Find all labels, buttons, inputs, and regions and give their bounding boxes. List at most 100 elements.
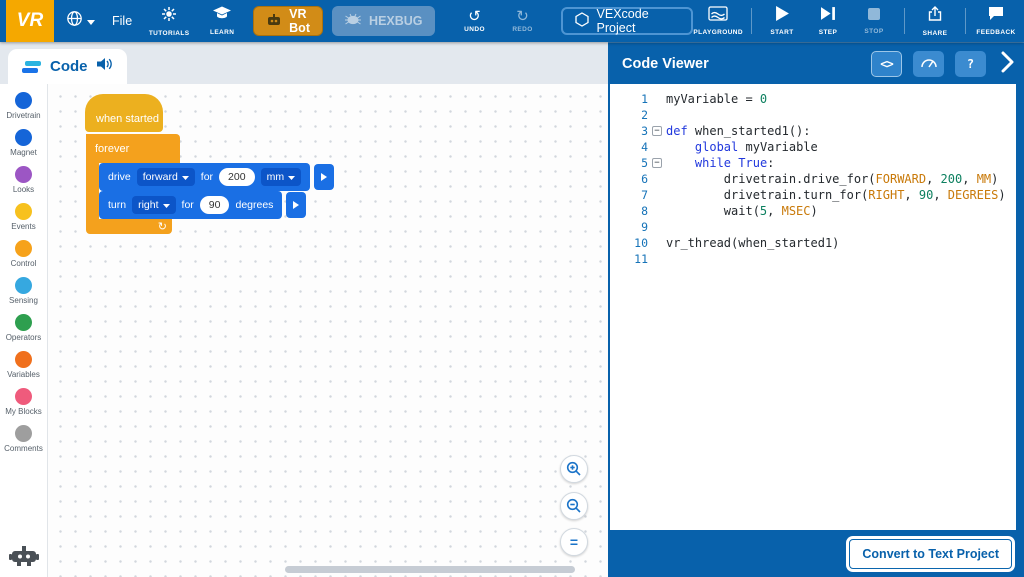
code-viewer-header: Code Viewer <> ? — [608, 42, 1024, 84]
sidebar-item-operators[interactable]: Operators — [4, 314, 43, 342]
share-label: SHARE — [923, 30, 948, 37]
line-number: 7 — [620, 188, 648, 202]
hexbug-label: HEXBUG — [369, 14, 422, 28]
code-line: 1myVariable = 0 — [620, 91, 1016, 107]
block-workspace[interactable]: when started forever ↻ drive — [48, 84, 608, 577]
sidebar-item-my-blocks[interactable]: My Blocks — [4, 388, 43, 416]
code-tab-label: Code — [50, 58, 88, 75]
playground-icon — [708, 6, 728, 26]
undo-button[interactable]: ↺ UNDO — [453, 1, 497, 41]
category-label: Sensing — [9, 296, 38, 305]
stop-label: STOP — [864, 28, 883, 35]
step-button[interactable]: STEP — [806, 1, 850, 41]
zoom-out-button[interactable] — [560, 492, 588, 520]
play-icon — [776, 6, 789, 26]
category-label: Variables — [7, 370, 40, 379]
drive-expand-button[interactable] — [314, 164, 334, 190]
chevron-down-icon — [288, 171, 295, 183]
code-viewer-actions: <> ? — [871, 51, 1014, 77]
sidebar-item-comments[interactable]: Comments — [4, 425, 43, 453]
convert-to-text-button[interactable]: Convert to Text Project — [849, 539, 1012, 569]
feedback-button[interactable]: FEEDBACK — [974, 1, 1018, 41]
code-line: 4 global myVariable — [620, 139, 1016, 155]
forever-block[interactable]: forever — [86, 134, 180, 163]
code-area: 1myVariable = 023−def when_started1():4 … — [608, 84, 1024, 530]
help-button[interactable]: ? — [955, 51, 986, 77]
step-icon — [821, 6, 836, 26]
zoom-reset-button[interactable]: = — [560, 528, 588, 556]
turn-for-label: for — [182, 199, 194, 211]
fold-marker-icon[interactable]: − — [652, 126, 662, 136]
tutorials-button[interactable]: TUTORIALS — [147, 1, 191, 41]
redo-label: REDO — [512, 26, 532, 33]
category-color-icon — [15, 388, 32, 405]
code-viewer-footer: Convert to Text Project — [608, 530, 1024, 577]
forever-block-spine[interactable] — [86, 163, 99, 219]
turn-direction-dropdown[interactable]: right — [132, 196, 175, 214]
drive-unit-dropdown[interactable]: mm — [261, 168, 302, 186]
drive-distance-input[interactable]: 200 — [219, 168, 255, 186]
vr-bot-button[interactable]: VR Bot — [253, 6, 323, 36]
code-line: 5− while True: — [620, 155, 1016, 171]
category-label: Drivetrain — [6, 111, 40, 120]
drive-block-body[interactable]: drive forward for 200 mm — [99, 163, 310, 191]
turn-unit-label: degrees — [235, 199, 273, 211]
learn-button[interactable]: LEARN — [200, 1, 244, 41]
turn-block[interactable]: turn right for 90 degrees — [99, 191, 306, 219]
category-color-icon — [15, 351, 32, 368]
file-menu-button[interactable]: File — [106, 14, 138, 28]
hexbug-button[interactable]: HEXBUG — [332, 6, 434, 36]
line-number: 10 — [620, 236, 648, 250]
drive-direction-dropdown[interactable]: forward — [137, 168, 195, 186]
chevron-down-icon — [87, 12, 95, 30]
sidebar-item-events[interactable]: Events — [4, 203, 43, 231]
start-button[interactable]: START — [760, 1, 804, 41]
category-color-icon — [15, 166, 32, 183]
drive-block[interactable]: drive forward for 200 mm — [99, 163, 334, 191]
category-color-icon — [15, 92, 32, 109]
code-line: 9 — [620, 219, 1016, 235]
turn-angle-input[interactable]: 90 — [200, 196, 230, 214]
line-number: 11 — [620, 252, 648, 266]
code-text: global myVariable — [666, 140, 818, 154]
turn-expand-button[interactable] — [286, 192, 306, 218]
turn-block-body[interactable]: turn right for 90 degrees — [99, 191, 282, 219]
tab-code[interactable]: Code — [8, 49, 127, 84]
share-button[interactable]: SHARE — [913, 1, 957, 41]
category-color-icon — [15, 425, 32, 442]
code-viewer-title: Code Viewer — [622, 56, 709, 72]
horizontal-scrollbar[interactable] — [285, 566, 575, 573]
feedback-label: FEEDBACK — [976, 29, 1015, 36]
sidebar-item-control[interactable]: Control — [4, 240, 43, 268]
code-view-toggle-button[interactable]: <> — [871, 51, 902, 77]
category-color-icon — [15, 240, 32, 257]
language-button[interactable] — [63, 1, 97, 41]
stop-button[interactable]: STOP — [852, 1, 896, 41]
line-number: 8 — [620, 204, 648, 218]
speaker-icon[interactable] — [97, 57, 113, 76]
zoom-in-button[interactable] — [560, 455, 588, 483]
sidebar-item-looks[interactable]: Looks — [4, 166, 43, 194]
toolbar-right-group: PLAYGROUND START STEP STOP — [693, 1, 1024, 41]
sidebar-item-sensing[interactable]: Sensing — [4, 277, 43, 305]
code-line: 3−def when_started1(): — [620, 123, 1016, 139]
drive-direction-value: forward — [143, 171, 178, 183]
line-number: 9 — [620, 220, 648, 234]
playground-button[interactable]: PLAYGROUND — [693, 1, 743, 41]
when-started-block[interactable]: when started — [85, 94, 163, 132]
collapse-panel-button[interactable] — [1001, 51, 1014, 76]
sidebar-item-magnet[interactable]: Magnet — [4, 129, 43, 157]
toolbar-left-group: VR File — [0, 0, 435, 42]
code-text: drivetrain.turn_for(RIGHT, 90, DEGREES) — [666, 188, 1006, 202]
drive-verb-label: drive — [108, 171, 131, 183]
category-label: Control — [11, 259, 37, 268]
redo-button[interactable]: ↻ REDO — [501, 1, 545, 41]
category-label: Looks — [13, 185, 34, 194]
sidebar-item-variables[interactable]: Variables — [4, 351, 43, 379]
project-name-field[interactable]: VEXcode Project — [561, 7, 694, 35]
sidebar-item-drivetrain[interactable]: Drivetrain — [4, 92, 43, 120]
dashboard-button[interactable] — [913, 51, 944, 77]
globe-icon — [66, 10, 83, 32]
fold-marker-icon[interactable]: − — [652, 158, 662, 168]
forever-block-foot[interactable]: ↻ — [86, 219, 172, 234]
